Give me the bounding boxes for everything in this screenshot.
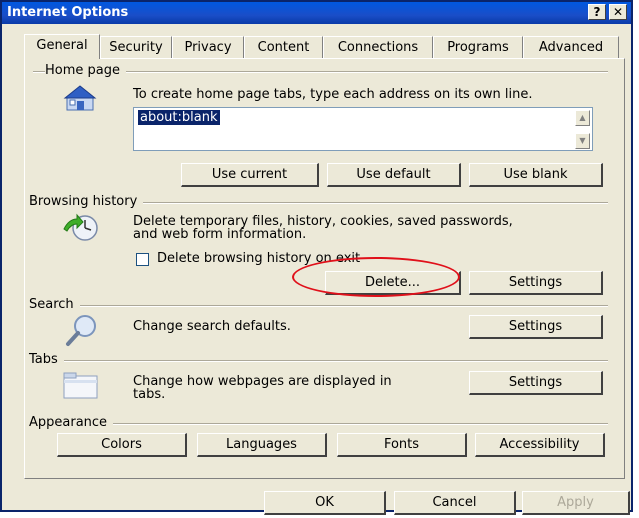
use-blank-button[interactable]: Use blank	[469, 163, 603, 187]
close-button[interactable]: ✕	[609, 4, 627, 20]
browsing-history-description-line2: and web form information.	[133, 227, 307, 242]
tab-content[interactable]: Content	[244, 36, 323, 58]
tab-general[interactable]: General	[24, 34, 100, 59]
search-settings-button[interactable]: Settings	[469, 315, 603, 339]
tab-advanced[interactable]: Advanced	[523, 36, 619, 58]
tab-privacy[interactable]: Privacy	[172, 36, 244, 58]
accessibility-button[interactable]: Accessibility	[475, 433, 605, 457]
search-description: Change search defaults.	[133, 319, 291, 334]
home-page-address-field[interactable]: about:blank ▲ ▼	[133, 107, 593, 151]
search-group-label: Search	[29, 297, 80, 312]
appearance-divider	[33, 423, 608, 425]
appearance-group-label: Appearance	[29, 415, 114, 430]
history-clock-icon	[61, 213, 99, 246]
house-icon	[63, 83, 97, 114]
use-default-button[interactable]: Use default	[327, 163, 461, 187]
magnifier-icon	[65, 313, 99, 350]
internet-options-dialog: Internet Options ? ✕ General Security Pr…	[0, 0, 633, 515]
tab-connections[interactable]: Connections	[323, 36, 433, 58]
tabs-divider	[33, 360, 608, 362]
languages-button[interactable]: Languages	[197, 433, 327, 457]
cancel-button[interactable]: Cancel	[394, 491, 516, 515]
use-current-button[interactable]: Use current	[181, 163, 319, 187]
ok-button[interactable]: OK	[264, 491, 386, 515]
general-tab-panel: Home page To create home page tabs, type…	[24, 58, 625, 479]
browsing-history-settings-button[interactable]: Settings	[469, 271, 603, 295]
tabs-settings-button[interactable]: Settings	[469, 371, 603, 395]
home-page-instruction: To create home page tabs, type each addr…	[133, 87, 533, 102]
delete-button[interactable]: Delete...	[325, 271, 461, 295]
tab-programs[interactable]: Programs	[433, 36, 523, 58]
tabbed-window-icon	[63, 372, 99, 403]
colors-button[interactable]: Colors	[57, 433, 187, 457]
home-page-group-label: Home page	[45, 63, 126, 78]
title-bar[interactable]: Internet Options ? ✕	[2, 2, 631, 24]
window-title: Internet Options	[7, 5, 129, 20]
delete-on-exit-checkbox[interactable]	[136, 253, 149, 266]
tabs-description-line1: Change how webpages are displayed in	[133, 374, 392, 389]
tabs-group-label: Tabs	[29, 352, 64, 367]
browsing-history-group-label: Browsing history	[29, 194, 144, 209]
tabs-description-line2: tabs.	[133, 387, 166, 402]
tab-security[interactable]: Security	[100, 36, 172, 58]
delete-on-exit-label[interactable]: Delete browsing history on exit	[157, 252, 360, 266]
apply-button: Apply	[522, 491, 630, 515]
help-button[interactable]: ?	[588, 4, 606, 20]
search-divider	[33, 305, 608, 307]
scroll-down-icon[interactable]: ▼	[575, 133, 590, 149]
home-page-address-value: about:blank	[138, 110, 220, 125]
fonts-button[interactable]: Fonts	[337, 433, 467, 457]
scroll-up-icon[interactable]: ▲	[575, 110, 590, 126]
